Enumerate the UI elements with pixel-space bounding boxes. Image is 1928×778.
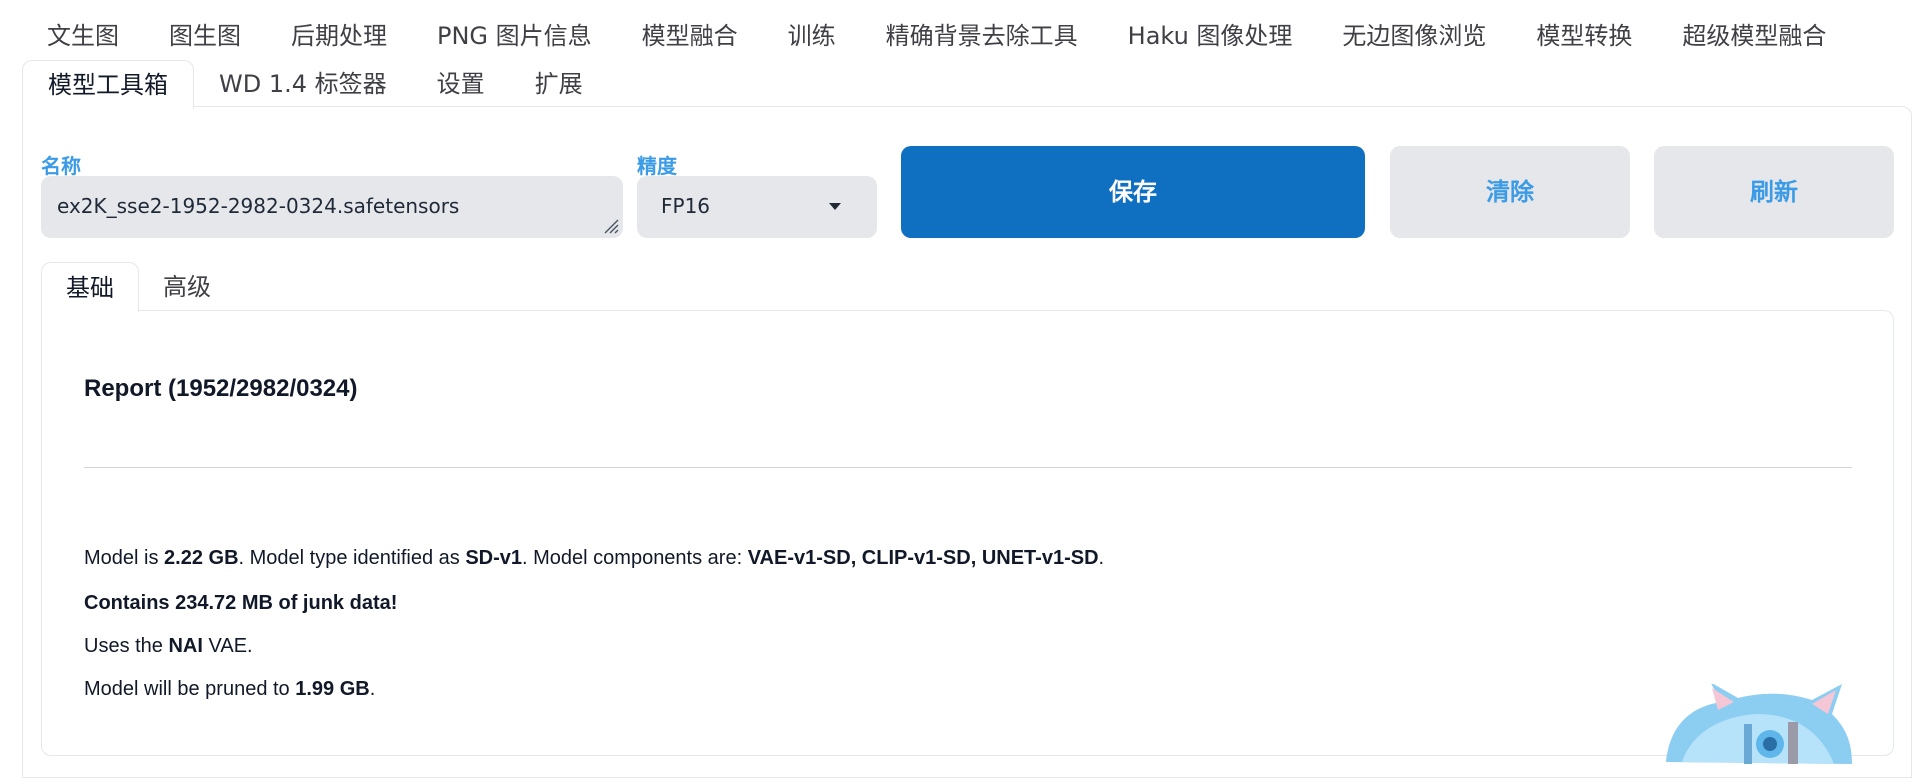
tab-checkpoint-merger[interactable]: 模型融合 — [617, 12, 763, 60]
report-text: VAE. — [202, 635, 253, 657]
report-text: Model is — [84, 547, 165, 569]
tab-extras[interactable]: 后期处理 — [266, 12, 412, 60]
sub-tab-nav: 基础 高级 — [41, 262, 235, 312]
save-button[interactable]: 保存 — [901, 146, 1365, 238]
chevron-down-icon — [829, 203, 841, 210]
tab-row-1: 文生图 图生图 后期处理 PNG 图片信息 模型融合 训练 精确背景去除工具 H… — [22, 12, 1912, 60]
tab-img2img[interactable]: 图生图 — [144, 12, 266, 60]
tab-infinite-image-browsing[interactable]: 无边图像浏览 — [1317, 12, 1511, 60]
model-name-input[interactable]: ex2K_sse2-1952-2982-0324.safetensors — [41, 176, 623, 238]
refresh-button[interactable]: 刷新 — [1654, 146, 1894, 238]
report-title: Report (1952/2982/0324) — [84, 375, 358, 402]
report-text: . — [1098, 547, 1105, 569]
model-size: 2.22 GB — [164, 547, 239, 569]
main-tab-nav: 文生图 图生图 后期处理 PNG 图片信息 模型融合 训练 精确背景去除工具 H… — [22, 12, 1912, 109]
report-text: Uses the — [84, 635, 169, 657]
report-text: . Model components are: — [522, 547, 748, 569]
tab-row-2: 模型工具箱 WD 1.4 标签器 设置 扩展 — [22, 59, 1912, 109]
resize-handle-icon[interactable] — [601, 216, 619, 234]
report-text: Model will be pruned to — [84, 678, 296, 700]
junk-data-warning: Contains 234.72 MB of junk data! — [84, 592, 398, 614]
report-line-junk: Contains 234.72 MB of junk data! — [84, 592, 397, 615]
report-line-prune: Model will be pruned to 1.99 GB. — [84, 678, 375, 701]
tab-haku-image[interactable]: Haku 图像处理 — [1103, 12, 1318, 60]
precision-label: 精度 — [637, 154, 677, 178]
tab-basic[interactable]: 基础 — [41, 262, 139, 312]
report-text: . Model type identified as — [238, 547, 466, 569]
vae-name: NAI — [168, 635, 203, 657]
tab-extensions[interactable]: 扩展 — [510, 60, 608, 108]
tab-settings[interactable]: 设置 — [412, 60, 510, 108]
tab-wd14-tagger[interactable]: WD 1.4 标签器 — [194, 60, 412, 108]
tab-background-removal[interactable]: 精确背景去除工具 — [861, 12, 1103, 60]
tab-train[interactable]: 训练 — [763, 12, 861, 60]
divider — [84, 467, 1852, 468]
pruned-size: 1.99 GB — [295, 678, 370, 700]
tab-super-merger[interactable]: 超级模型融合 — [1657, 12, 1851, 60]
report-line-model-info: Model is 2.22 GB. Model type identified … — [84, 547, 1104, 570]
tab-model-toolkit[interactable]: 模型工具箱 — [22, 59, 194, 109]
tab-model-converter[interactable]: 模型转换 — [1511, 12, 1657, 60]
clear-button[interactable]: 清除 — [1390, 146, 1630, 238]
mascot-image — [1666, 684, 1852, 764]
precision-dropdown[interactable]: FP16 — [637, 176, 877, 238]
tab-advanced[interactable]: 高级 — [139, 262, 235, 312]
tab-png-info[interactable]: PNG 图片信息 — [412, 12, 617, 60]
name-label: 名称 — [41, 154, 81, 178]
tab-txt2img[interactable]: 文生图 — [22, 12, 144, 60]
precision-value: FP16 — [661, 194, 711, 218]
report-text: . — [369, 678, 376, 700]
model-type: SD-v1 — [465, 547, 523, 569]
model-name-value: ex2K_sse2-1952-2982-0324.safetensors — [57, 194, 460, 218]
report-line-vae: Uses the NAI VAE. — [84, 635, 253, 658]
model-components: VAE-v1-SD, CLIP-v1-SD, UNET-v1-SD — [747, 547, 1099, 569]
